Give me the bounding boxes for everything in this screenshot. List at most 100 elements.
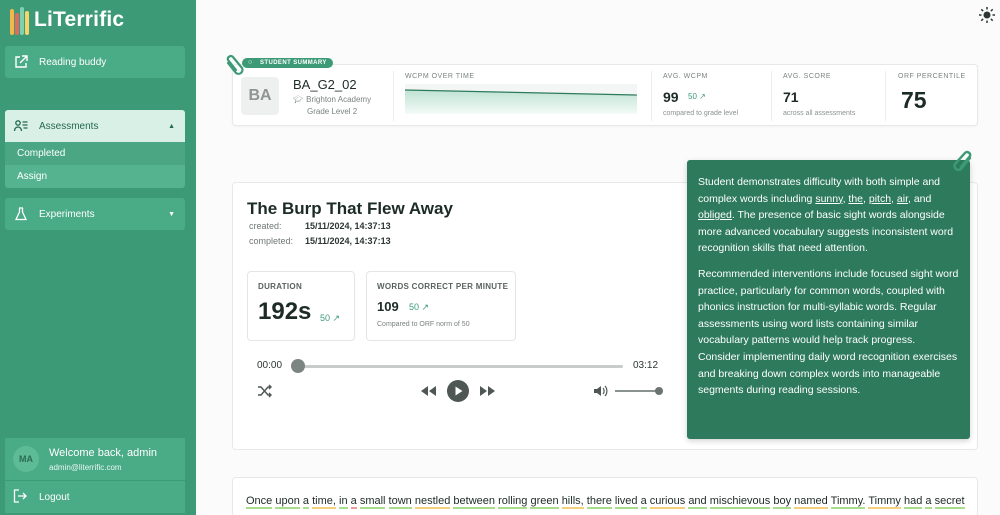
avg-wcpm-label: AVG. WCPM: [663, 73, 708, 80]
avg-wcpm-value: 99: [663, 89, 679, 105]
logo-icon: [10, 5, 32, 35]
story-word[interactable]: there: [586, 495, 612, 509]
created-label: created:: [249, 221, 282, 231]
avg-wcpm-badge: 50 ↗: [688, 92, 706, 101]
story-word[interactable]: a: [640, 495, 647, 509]
assessments-submenu: Completed Assign: [5, 142, 185, 188]
story-title: The Burp That Flew Away: [247, 199, 453, 218]
student-id: BA_G2_02: [293, 77, 357, 92]
wcpm-value: 109: [377, 299, 399, 314]
divider: [885, 71, 886, 121]
audio-current-time: 00:00: [257, 360, 283, 371]
volume-slider[interactable]: [615, 390, 659, 392]
flagged-word[interactable]: air: [897, 193, 908, 205]
wcpm-over-time-label: WCPM OVER TIME: [405, 73, 475, 80]
graduation-cap-icon: 🎓︎: [293, 95, 304, 104]
audio-total-time: 03:12: [633, 360, 659, 371]
story-word[interactable]: between: [453, 495, 495, 509]
duration-stat: DURATION 192s 50 ↗: [247, 271, 355, 341]
story-word[interactable]: nestled: [414, 495, 451, 509]
audio-seek-bar[interactable]: [295, 365, 623, 368]
story-word[interactable]: named: [794, 495, 828, 509]
volume-handle[interactable]: [655, 387, 663, 395]
divider: [393, 71, 394, 121]
user-email: admin@literrific.com: [49, 462, 122, 472]
audio-seek-handle[interactable]: [291, 359, 305, 373]
orf-percentile-value: 75: [901, 87, 927, 113]
logout-icon: [13, 488, 27, 506]
story-word[interactable]: secret: [934, 495, 965, 509]
caret-up-icon: ▲: [168, 122, 175, 130]
flagged-word[interactable]: sunny: [815, 193, 842, 205]
story-word[interactable]: mischievous: [709, 495, 771, 509]
story-word[interactable]: and: [688, 495, 707, 509]
story-word[interactable]: a: [350, 495, 357, 509]
story-word[interactable]: curious: [649, 495, 686, 509]
created-value: 15/11/2024, 14:37:13: [305, 221, 391, 231]
sidebar: LiTerrific Reading buddy Assessments ▲ C…: [0, 0, 196, 515]
story-word[interactable]: a: [925, 495, 932, 509]
volume-icon[interactable]: [593, 384, 609, 398]
story-word[interactable]: Timmy.: [830, 495, 866, 509]
story-word[interactable]: town: [388, 495, 412, 509]
submenu-item-assign[interactable]: Assign: [5, 165, 185, 188]
duration-label: DURATION: [258, 282, 303, 291]
brand-logo[interactable]: LiTerrific: [10, 4, 124, 36]
insight-paragraph-2: Recommended interventions include focuse…: [698, 267, 959, 397]
story-word[interactable]: boy: [773, 495, 792, 509]
completed-label: completed:: [249, 236, 294, 246]
user-profile[interactable]: MA Welcome back, admin admin@literrific.…: [5, 438, 185, 480]
story-word[interactable]: a: [302, 495, 310, 509]
story-word[interactable]: Timmy: [868, 495, 901, 509]
paperclip-icon: [226, 55, 244, 75]
story-word[interactable]: lived: [614, 495, 638, 509]
external-link-icon: [13, 54, 29, 70]
story-word[interactable]: hills,: [561, 495, 584, 509]
rewind-icon[interactable]: [419, 384, 437, 398]
paperclip-icon: [953, 150, 972, 172]
theme-toggle-icon[interactable]: [978, 6, 996, 24]
insight-paragraph-1: Student demonstrates difficulty with bot…: [698, 176, 954, 255]
student-summary-card: BA BA_G2_02 🎓︎ Brighton Academy Grade Lev…: [232, 64, 978, 126]
sidebar-item-label: Assessments: [39, 120, 99, 132]
wcpm-label: WORDS CORRECT PER MINUTE: [377, 282, 509, 291]
brand-name: LiTerrific: [34, 8, 125, 31]
divider: [651, 71, 652, 121]
avg-score-sub: across all assessments: [783, 110, 856, 117]
flagged-word[interactable]: obliged: [698, 209, 732, 221]
story-text-card: Once upon a time, in a small town nestle…: [232, 477, 978, 515]
story-word[interactable]: in: [339, 495, 348, 509]
submenu-item-completed[interactable]: Completed: [5, 142, 185, 165]
wcpm-badge: 50 ↗: [409, 302, 430, 312]
student-grade: Grade Level 2: [307, 107, 358, 116]
wcpm-note: Compared to ORF norm of 50: [377, 321, 470, 328]
student-school: 🎓︎ Brighton Academy: [293, 95, 372, 104]
fast-forward-icon[interactable]: [479, 384, 497, 398]
play-button[interactable]: [446, 379, 470, 403]
sidebar-item-assessments[interactable]: Assessments ▲: [5, 110, 185, 142]
story-word[interactable]: Once: [246, 495, 273, 509]
completed-value: 15/11/2024, 14:37:13: [305, 236, 391, 246]
flask-icon: [13, 206, 29, 222]
assessment-icon: [13, 118, 29, 134]
story-word[interactable]: green: [530, 495, 559, 509]
welcome-text: Welcome back, admin: [49, 446, 158, 459]
story-word[interactable]: small: [359, 495, 386, 509]
story-word[interactable]: had: [903, 495, 923, 509]
story-word[interactable]: upon: [275, 495, 300, 509]
shuffle-icon[interactable]: [257, 384, 273, 398]
sidebar-item-reading-buddy[interactable]: Reading buddy: [5, 46, 185, 78]
sidebar-item-label: Experiments: [39, 208, 95, 220]
student-summary-tag: ○ STUDENT SUMMARY: [242, 58, 333, 68]
sidebar-item-experiments[interactable]: Experiments ▼: [5, 198, 185, 230]
wcpm-stat: WORDS CORRECT PER MINUTE 109 50 ↗ Compar…: [366, 271, 516, 341]
story-word[interactable]: rolling: [498, 495, 528, 509]
story-text: Once upon a time, in a small town nestle…: [246, 495, 965, 509]
logout-button[interactable]: Logout: [5, 481, 185, 513]
flagged-word[interactable]: the: [848, 193, 863, 205]
duration-badge: 50 ↗: [320, 313, 341, 323]
logout-label: Logout: [39, 491, 70, 503]
flagged-word[interactable]: pitch: [869, 193, 891, 205]
story-word[interactable]: time,: [312, 495, 336, 509]
duration-value: 192s: [258, 298, 312, 325]
